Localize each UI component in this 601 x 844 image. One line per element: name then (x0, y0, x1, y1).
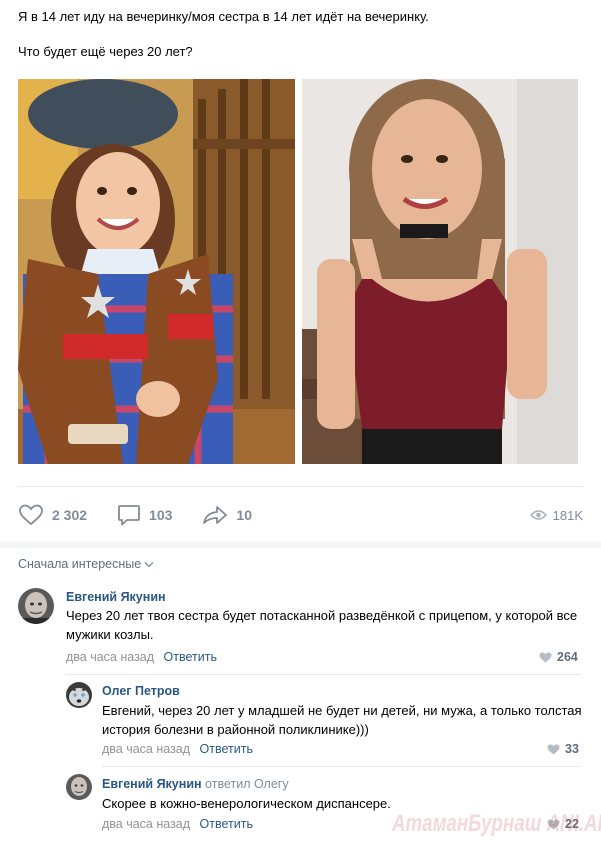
comments-sort-label: Сначала интересные (18, 557, 142, 571)
comment-1-author[interactable]: Евгений Якунин (66, 590, 166, 604)
comment-3-replied-to[interactable]: ответил Олегу (205, 777, 289, 791)
heart-icon (547, 744, 560, 754)
comment-2-like-button[interactable]: 33 (547, 742, 579, 756)
comment-1-like-button[interactable]: 264 (539, 650, 578, 664)
comment-count: 103 (149, 507, 173, 523)
comment-3-author[interactable]: Евгений Якунин ответил Олегу (102, 777, 289, 791)
watermark-text: АтаманБурнаш ANI.AП (392, 810, 601, 837)
comment-1-reply-button[interactable]: Ответить (164, 650, 217, 664)
comment-divider-1 (66, 674, 581, 675)
comment-2-author[interactable]: Олег Петров (102, 684, 180, 698)
comment-3-author-name[interactable]: Евгений Якунин (102, 777, 202, 791)
post-text: Я в 14 лет иду на вечеринку/моя сестра в… (18, 9, 588, 60)
comment-2-time[interactable]: два часа назад (102, 742, 190, 756)
like-button[interactable]: 2 302 (18, 504, 87, 526)
post-text-line-1: Я в 14 лет иду на вечеринку/моя сестра в… (18, 9, 429, 24)
comment-2-meta: два часа назад Ответить (102, 742, 253, 756)
post-text-line-2: Что будет ещё через 20 лет? (18, 44, 193, 59)
comment-2-avatar[interactable] (66, 682, 92, 708)
comment-2-text: Евгений, через 20 лет у младшей не будет… (102, 703, 582, 737)
comment-1-like-count: 264 (557, 650, 578, 664)
comment-3-avatar[interactable] (66, 774, 92, 800)
photo-girl-cowboy-costume (18, 79, 295, 464)
section-separator (0, 542, 601, 548)
comment-1-text: Через 20 лет твоя сестра будет потасканн… (66, 608, 578, 642)
comment-bubble-icon (118, 505, 140, 526)
share-count: 10 (236, 507, 252, 523)
comment-button[interactable]: 103 (117, 504, 172, 526)
comment-divider-2 (102, 766, 581, 767)
photo-girl-red-top (302, 79, 578, 464)
post-action-bar: 2 302 103 10 181K (18, 497, 583, 533)
views-counter: 181K (529, 507, 583, 523)
views-count: 181K (552, 507, 583, 523)
heart-icon (19, 504, 43, 526)
eye-icon (529, 510, 547, 520)
comment-2-reply-button[interactable]: Ответить (200, 742, 253, 756)
share-button[interactable]: 10 (202, 504, 252, 526)
share-arrow-icon (203, 506, 228, 524)
like-count: 2 302 (52, 507, 88, 523)
avatar-bald-man-icon (66, 774, 92, 800)
comment-3-meta: два часа назад Ответить (102, 817, 253, 831)
avatar-bald-man-icon (18, 588, 54, 624)
comment-1-meta: два часа назад Ответить (66, 650, 217, 664)
post-photo-right[interactable] (302, 79, 578, 464)
comment-1-avatar[interactable] (18, 588, 54, 624)
avatar-husky-icon (66, 682, 92, 708)
post-photo-left[interactable] (18, 79, 295, 464)
divider-top (18, 486, 583, 487)
comments-sort-dropdown[interactable]: Сначала интересные (18, 557, 154, 571)
chevron-down-icon (144, 561, 154, 567)
comment-1-time[interactable]: два часа назад (66, 650, 154, 664)
comment-2-like-count: 33 (565, 742, 579, 756)
comment-3-time[interactable]: два часа назад (102, 817, 190, 831)
comment-3-reply-button[interactable]: Ответить (200, 817, 253, 831)
heart-icon (539, 652, 552, 662)
